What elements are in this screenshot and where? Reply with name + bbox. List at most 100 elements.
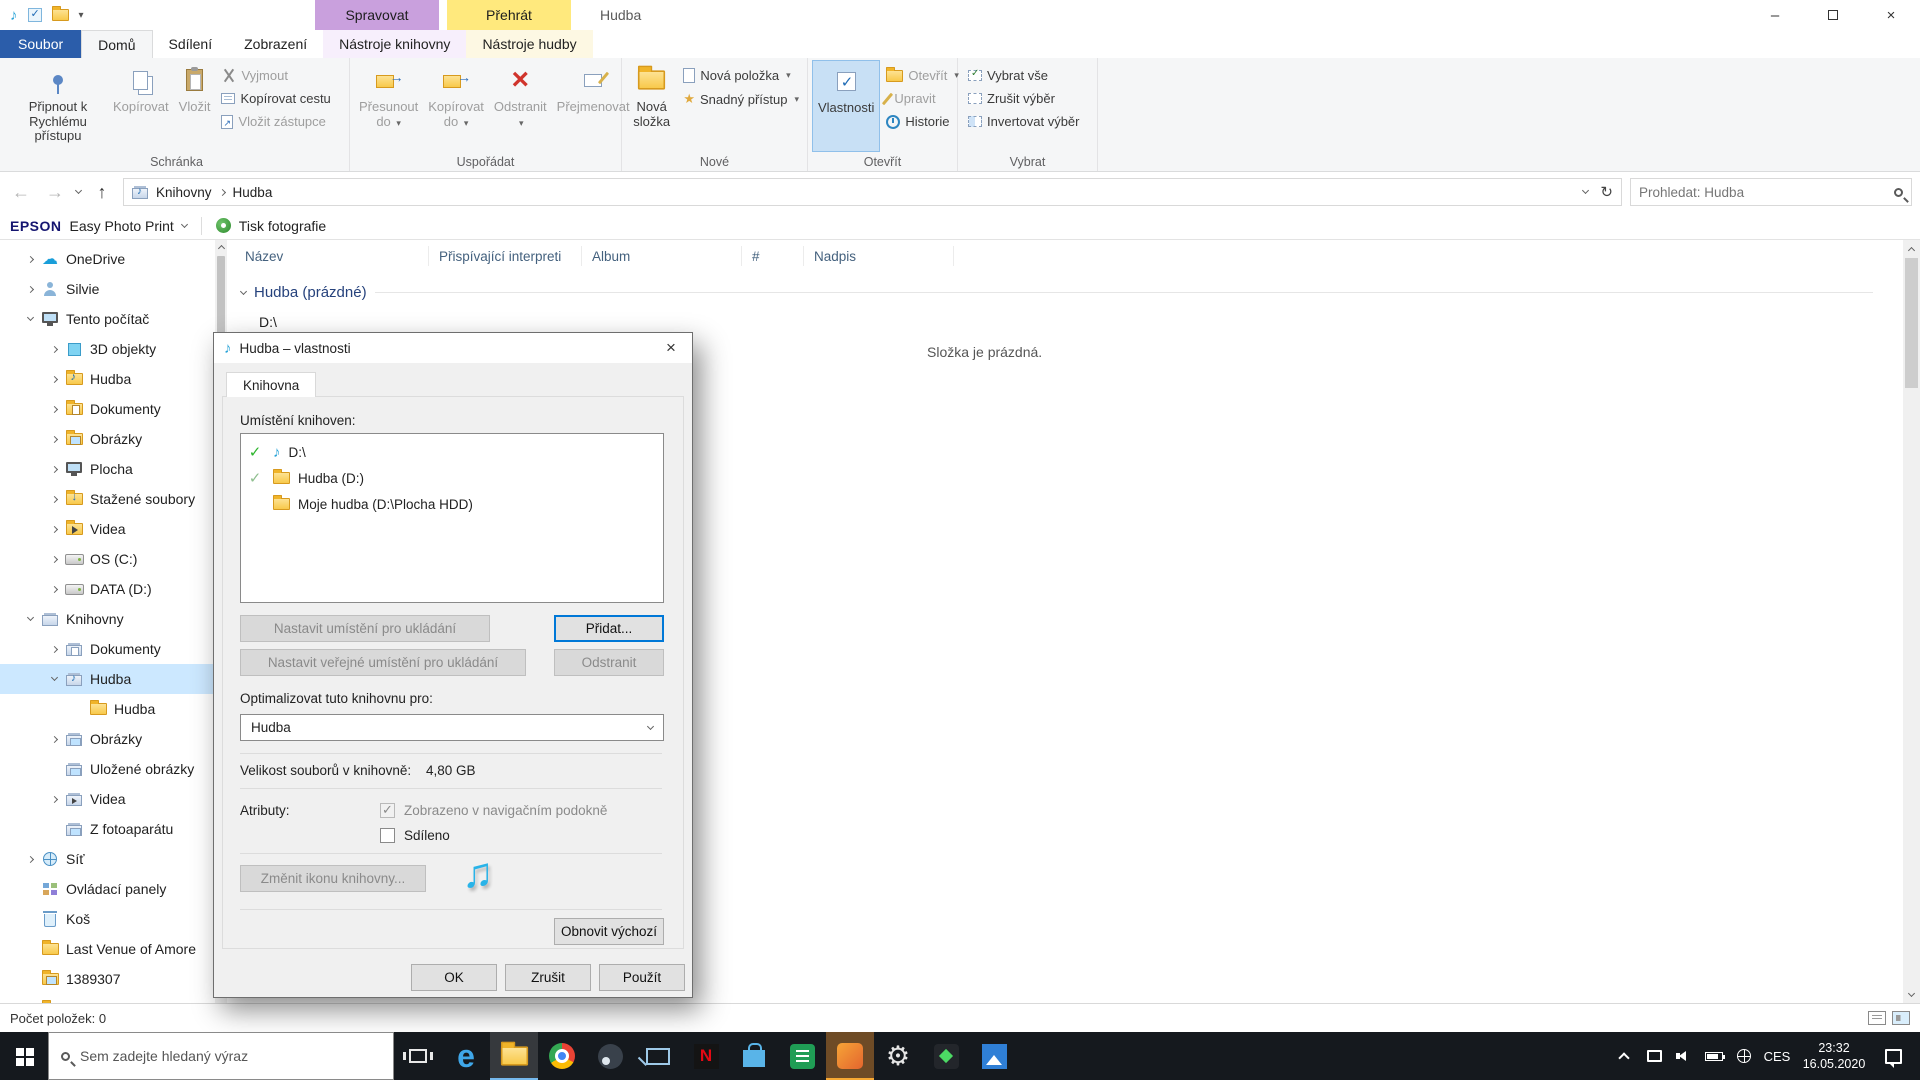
up-button[interactable]: ↑ <box>89 182 115 203</box>
show-hidden-icons-button[interactable] <box>1609 1032 1639 1080</box>
green-app-button[interactable] <box>778 1032 826 1080</box>
open-button[interactable]: Otevřít ▾ <box>886 66 959 83</box>
breadcrumb-separator-icon[interactable] <box>218 188 226 196</box>
mail-button[interactable] <box>634 1032 682 1080</box>
column-header-number[interactable]: # <box>742 246 804 266</box>
taskbar-search[interactable] <box>48 1032 394 1080</box>
steam-button[interactable] <box>586 1032 634 1080</box>
tab-knihovna[interactable]: Knihovna <box>226 372 317 397</box>
history-button[interactable]: Historie <box>886 114 959 129</box>
pin-to-quick-access-button[interactable]: Připnout k Rychlému přístupu <box>8 60 108 152</box>
epson-product-label[interactable]: Easy Photo Print <box>70 218 174 234</box>
sidebar-item-hudba-library[interactable]: Hudba <box>0 664 215 694</box>
copy-to-button[interactable]: Kopírovat do ▾ <box>423 60 489 152</box>
paste-shortcut-button[interactable]: Vložit zástupce <box>221 114 330 129</box>
cancel-button[interactable]: Zrušit <box>505 964 591 991</box>
scroll-down-icon[interactable] <box>1907 989 1916 997</box>
copy-button[interactable]: Kopírovat <box>108 60 174 152</box>
sidebar-item-z-fotoaparatu[interactable]: Z fotoaparátu <box>0 814 215 844</box>
paste-button[interactable]: Vložit <box>174 60 216 152</box>
new-folder-button[interactable]: Nová složka <box>626 60 677 152</box>
add-button[interactable]: Přidat... <box>554 615 664 642</box>
sidebar-item-dokumenty-library[interactable]: Dokumenty <box>0 634 215 664</box>
maximize-button[interactable] <box>1804 0 1862 30</box>
delete-button[interactable]: × Odstranit ▾ <box>489 60 552 152</box>
scroll-up-icon[interactable] <box>1907 246 1916 254</box>
set-save-location-button[interactable]: Nastavit umístění pro ukládání <box>240 615 490 642</box>
minimize-button[interactable]: – <box>1746 0 1804 30</box>
library-locations-list[interactable]: ✓ ♪ D:\ ✓ Hudba (D:) Moje hudba (D:\Ploc… <box>240 433 664 603</box>
select-all-button[interactable]: Vybrat vše <box>968 68 1080 83</box>
breadcrumb-current[interactable]: Hudba <box>233 185 273 200</box>
apply-button[interactable]: Použít <box>599 964 685 991</box>
language-indicator[interactable]: CES <box>1759 1049 1795 1064</box>
task-view-button[interactable] <box>394 1032 442 1080</box>
contextual-tab-manage[interactable]: Spravovat <box>315 0 439 30</box>
sidebar-item-ulozene-obrazky[interactable]: Uložené obrázky <box>0 754 215 784</box>
location-row-d[interactable]: ✓ ♪ D:\ <box>245 439 659 465</box>
column-header-title[interactable]: Nadpis <box>804 246 954 266</box>
volume-button[interactable] <box>1669 1032 1699 1080</box>
sidebar-item-data-d[interactable]: DATA (D:) <box>0 574 215 604</box>
photos-button[interactable] <box>970 1032 1018 1080</box>
group-header[interactable]: Hudba (prázdné) <box>239 284 1873 301</box>
tab-domu[interactable]: Domů <box>81 30 153 58</box>
action-center-button[interactable] <box>1873 1032 1913 1080</box>
sidebar-item-tento-pocitac[interactable]: Tento počítač <box>0 304 215 334</box>
store-button[interactable] <box>730 1032 778 1080</box>
column-header-artists[interactable]: Přispívající interpreti <box>429 246 582 266</box>
sidebar-item-videa-library[interactable]: Videa <box>0 784 215 814</box>
netflix-button[interactable] <box>682 1032 730 1080</box>
select-none-button[interactable]: Zrušit výběr <box>968 91 1080 106</box>
sidebar-item-ovladaci-panely[interactable]: Ovládací panely <box>0 874 215 904</box>
taskbar-search-input[interactable] <box>80 1048 381 1064</box>
invert-selection-button[interactable]: Invertovat výběr <box>968 114 1080 129</box>
sidebar-item-silvie[interactable]: Silvie <box>0 274 215 304</box>
shared-checkbox[interactable] <box>380 828 395 843</box>
search-box[interactable] <box>1630 178 1912 206</box>
network-button[interactable] <box>1729 1032 1759 1080</box>
sidebar-item-hudba-folder[interactable]: Hudba <box>0 364 215 394</box>
sidebar-item-plocha[interactable]: Plocha <box>0 454 215 484</box>
sidebar-item-onedrive[interactable]: ☁ OneDrive <box>0 244 215 274</box>
sidebar-item-os-c[interactable]: OS (C:) <box>0 544 215 574</box>
properties-button[interactable]: Vlastnosti <box>812 60 881 152</box>
sidebar-item-frameworksetup[interactable]: FrameworkSetup <box>0 994 215 1003</box>
sidebar-item-dokumenty[interactable]: Dokumenty <box>0 394 215 424</box>
details-view-icon[interactable] <box>1868 1011 1886 1025</box>
new-folder-qat-icon[interactable] <box>51 6 69 21</box>
column-header-album[interactable]: Album <box>582 246 742 266</box>
start-button[interactable] <box>0 1032 48 1080</box>
clock[interactable]: 23:32 16.05.2020 <box>1795 1040 1873 1073</box>
list-item-d-drive[interactable]: D:\ <box>259 314 277 330</box>
new-item-button[interactable]: Nová položka ▾ <box>683 68 799 83</box>
cut-button[interactable]: Vyjmout <box>221 68 330 83</box>
address-dropdown-icon[interactable] <box>1582 186 1590 195</box>
thumbnail-view-icon[interactable] <box>1892 1011 1910 1025</box>
breadcrumb-root[interactable]: Knihovny <box>156 185 212 200</box>
sims-button[interactable] <box>922 1032 970 1080</box>
back-button[interactable]: ← <box>8 182 34 203</box>
close-button[interactable]: × <box>1862 0 1920 30</box>
tab-nastroje-knihovny[interactable]: Nástroje knihovny <box>323 30 467 58</box>
tab-nastroje-hudby[interactable]: Nástroje hudby <box>466 30 593 58</box>
sidebar-item-sit[interactable]: Síť <box>0 844 215 874</box>
sidebar-item-obrazky[interactable]: Obrázky <box>0 424 215 454</box>
location-row-moje-hudba[interactable]: Moje hudba (D:\Plocha HDD) <box>245 491 659 517</box>
contextual-tab-play[interactable]: Přehrát <box>447 0 571 30</box>
optimize-select[interactable]: Hudba <box>240 714 664 741</box>
ok-button[interactable]: OK <box>411 964 497 991</box>
copy-path-button[interactable]: Kopírovat cestu <box>221 91 331 106</box>
search-input[interactable] <box>1639 184 1894 200</box>
sidebar-item-knihovny[interactable]: Knihovny <box>0 604 215 634</box>
edit-button[interactable]: Upravit <box>882 91 959 106</box>
edge-button[interactable] <box>442 1032 490 1080</box>
dialog-close-button[interactable]: × <box>650 333 692 363</box>
search-icon[interactable] <box>1894 187 1903 197</box>
address-bar[interactable]: Knihovny Hudba ↻ <box>123 178 1622 206</box>
sidebar-item-hudba-subfolder[interactable]: Hudba <box>0 694 215 724</box>
tab-zobrazeni[interactable]: Zobrazení <box>228 30 323 58</box>
shown-in-nav-checkbox[interactable] <box>380 802 395 818</box>
sidebar-item-last-venue[interactable]: Last Venue of Amore <box>0 934 215 964</box>
sidebar-item-3d-objekty[interactable]: 3D objekty <box>0 334 215 364</box>
